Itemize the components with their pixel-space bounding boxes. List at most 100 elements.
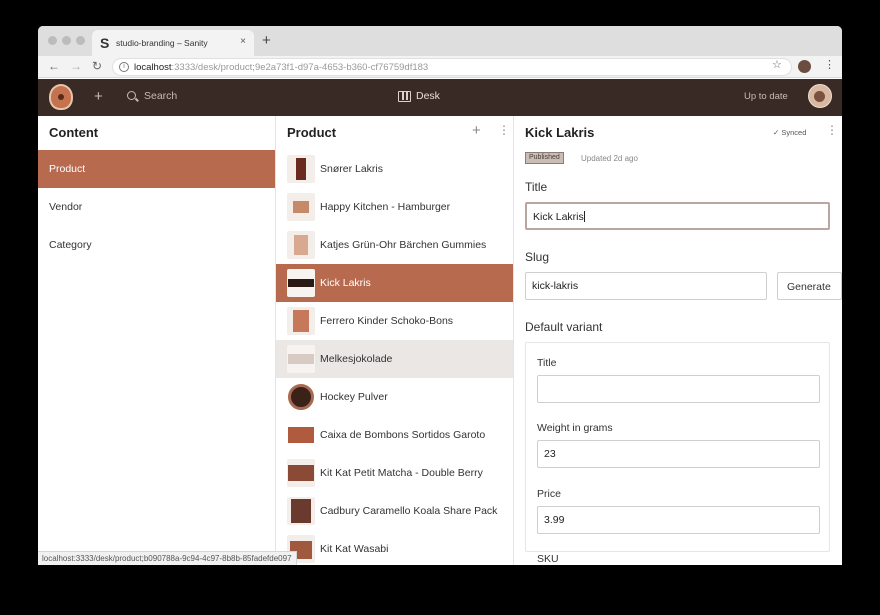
url-text: localhost:3333/desk/product;9e2a73f1-d97… [134,62,429,73]
search-button[interactable]: Search [144,90,177,102]
tab-title: studio-branding – Sanity [116,38,208,48]
product-pane-title: Product [287,125,337,140]
content-pane: Content Product Vendor Category [38,116,276,565]
document-pane: Kick Lakris ✓ Synced ⋮ Published Updated… [514,116,842,565]
browser-tab[interactable]: S studio-branding – Sanity × [92,30,254,56]
default-variant-fieldset: Title Weight in grams 23 Price 3.99 SKU [525,342,830,565]
weight-value: 23 [544,448,556,460]
sanity-favicon-icon: S [100,35,110,51]
tab-close-icon[interactable]: × [240,36,246,47]
product-row[interactable]: Snører Lakris [276,150,513,188]
create-new-icon[interactable]: + [94,88,103,105]
sku-label: SKU [537,553,559,565]
variant-title-label: Title [537,357,557,369]
document-title: Kick Lakris [525,125,595,140]
info-icon[interactable]: i [119,62,129,72]
product-row[interactable]: Kit Kat Wasabi [276,530,513,565]
product-thumbnail [287,193,315,221]
content-pane-title: Content [49,125,99,140]
product-label: Happy Kitchen - Hamburger [320,201,451,213]
studio-navbar: + Search Desk Up to date [38,79,842,116]
desk-tool-link[interactable]: Desk [416,90,440,102]
default-variant-label: Default variant [525,320,603,334]
product-label: Ferrero Kinder Schoko-Bons [320,315,454,327]
price-input[interactable]: 3.99 [537,506,820,534]
sync-status: ✓ Synced [773,128,807,137]
document-menu-icon[interactable]: ⋮ [826,123,838,137]
product-label: Melkesjokolade [320,353,393,365]
browser-window: S studio-branding – Sanity × + ← → ↻ i l… [38,26,842,565]
link-hover-url: localhost:3333/desk/product;b090788a-9c9… [38,551,297,565]
product-pane: Product + ⋮ Snører Lakris Happy Kitchen … [276,116,514,565]
product-row[interactable]: Melkesjokolade [276,340,513,378]
product-thumbnail [287,345,315,373]
close-window-button[interactable] [48,36,57,45]
slug-input-value: kick-lakris [532,280,579,292]
browser-menu-icon[interactable]: ⋮ [824,58,835,71]
minimize-window-button[interactable] [62,36,71,45]
new-tab-button[interactable]: + [262,32,271,49]
product-thumbnail [287,269,315,297]
desk-icon [398,91,411,102]
product-label: Kit Kat Petit Matcha - Double Berry [320,467,483,479]
content-item-label: Product [49,163,86,175]
product-label: Snører Lakris [320,163,384,175]
product-row[interactable]: Caixa de Bombons Sortidos Garoto [276,416,513,454]
title-field-label: Title [525,180,548,194]
deploy-status: Up to date [744,91,788,102]
slug-row: kick-lakris Generate [525,272,842,300]
product-pane-menu-icon[interactable]: ⋮ [498,123,510,137]
product-row[interactable]: Kit Kat Petit Matcha - Double Berry [276,454,513,492]
profile-avatar[interactable] [798,60,811,73]
title-input-value: Kick Lakris [533,211,584,223]
content-item-product[interactable]: Product [38,150,275,188]
content-item-label: Category [49,239,92,251]
title-input[interactable]: Kick Lakris [525,202,830,230]
slug-input[interactable]: kick-lakris [525,272,767,300]
price-label: Price [537,488,561,500]
product-thumbnail [287,307,315,335]
product-row[interactable]: Hockey Pulver [276,378,513,416]
search-icon[interactable] [127,91,136,100]
product-label: Kick Lakris [320,277,371,289]
content-item-vendor[interactable]: Vendor [38,188,275,226]
weight-input[interactable]: 23 [537,440,820,468]
product-row[interactable]: Ferrero Kinder Schoko-Bons [276,302,513,340]
product-thumbnail [287,421,315,449]
forward-arrow-icon[interactable]: → [70,59,82,73]
product-thumbnail [287,155,315,183]
content-item-category[interactable]: Category [38,226,275,264]
product-label: Hockey Pulver [320,391,388,403]
product-thumbnail [287,231,315,259]
bookmark-star-icon[interactable]: ☆ [772,58,782,71]
product-label: Cadbury Caramello Koala Share Pack [320,505,498,517]
product-label: Caixa de Bombons Sortidos Garoto [320,429,486,441]
published-badge: Published [525,152,564,164]
maximize-window-button[interactable] [76,36,85,45]
brand-logo-icon[interactable] [49,84,73,110]
reload-icon[interactable]: ↻ [92,59,102,73]
generate-button-label: Generate [787,281,831,293]
product-thumbnail [287,383,315,411]
content-item-label: Vendor [49,201,83,213]
product-label: Katjes Grün-Ohr Bärchen Gummies [320,239,487,251]
slug-field-label: Slug [525,250,550,264]
variant-title-input[interactable] [537,375,820,403]
product-row[interactable]: Kick Lakris [276,264,513,302]
product-thumbnail [287,459,315,487]
product-row[interactable]: Happy Kitchen - Hamburger [276,188,513,226]
generate-slug-button[interactable]: Generate [777,272,842,300]
url-input[interactable]: i localhost:3333/desk/product;9e2a73f1-d… [112,58,792,76]
product-label: Kit Kat Wasabi [320,543,389,555]
price-value: 3.99 [544,514,565,526]
tab-strip: S studio-branding – Sanity × + [38,26,842,56]
address-bar: ← → ↻ i localhost:3333/desk/product;9e2a… [38,56,842,78]
user-avatar[interactable] [808,84,832,108]
updated-timestamp: Updated 2d ago [581,154,638,163]
product-row[interactable]: Katjes Grün-Ohr Bärchen Gummies [276,226,513,264]
add-product-icon[interactable]: + [472,122,481,139]
product-row[interactable]: Cadbury Caramello Koala Share Pack [276,492,513,530]
product-thumbnail [287,497,315,525]
back-arrow-icon[interactable]: ← [48,59,60,73]
weight-label: Weight in grams [537,422,613,434]
